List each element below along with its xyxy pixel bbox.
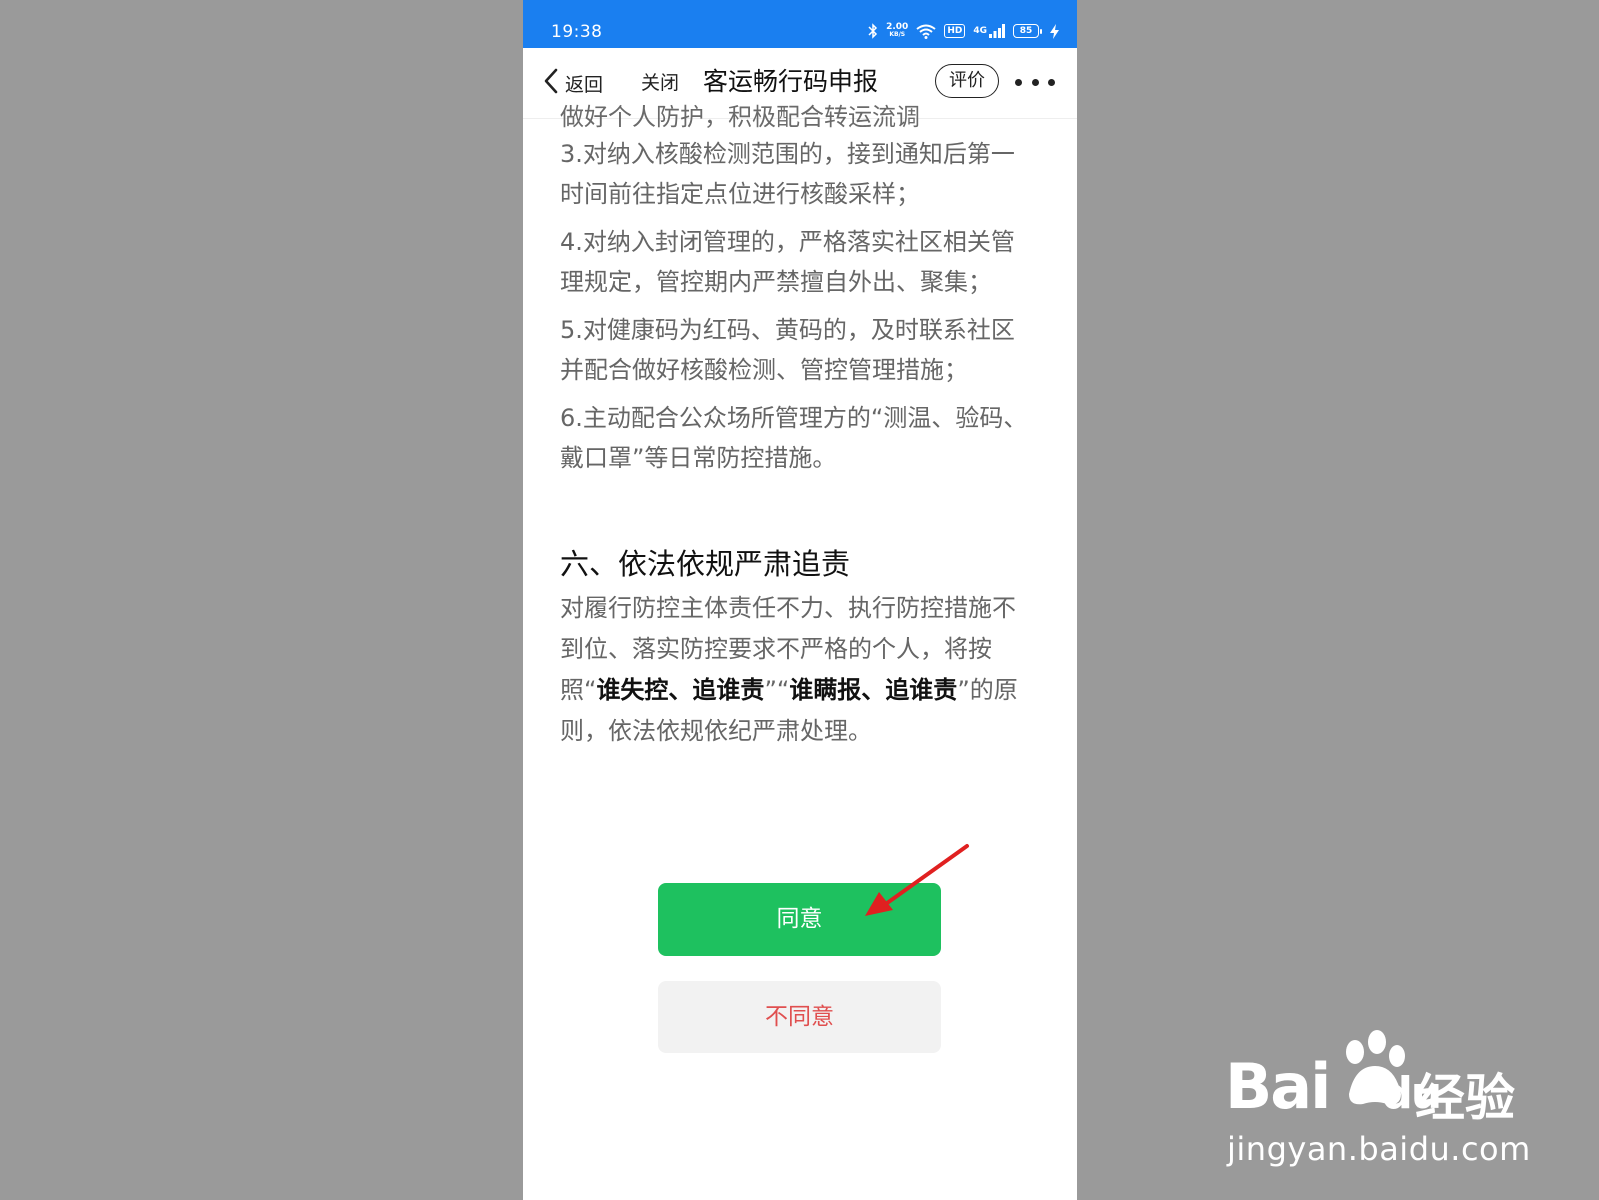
signal-icon: 4G (973, 22, 1005, 40)
watermark-url: jingyan.baidu.com (1227, 1130, 1531, 1168)
watermark-cn: 经验 (1415, 1069, 1515, 1127)
list-item: 4.对纳入封闭管理的，严格落实社区相关管理规定，管控期内严禁擅自外出、聚集； (560, 228, 1015, 296)
net-speed: 2.00 KB/S (886, 22, 909, 39)
chevron-left-icon (543, 67, 559, 99)
list-item: 5.对健康码为红码、黄码的，及时联系社区并配合做好核酸检测、管控管理措施； (560, 316, 1015, 384)
wifi-icon (916, 24, 936, 39)
section-body: 对履行防控主体责任不力、执行防控措施不到位、落实防控要求不严格的个人，将按照“谁… (560, 594, 1018, 745)
bluetooth-icon (868, 23, 878, 39)
annotation-arrow-icon (865, 844, 969, 916)
list-item: 6.主动配合公众场所管理方的“测温、验码、戴口罩”等日常防控措施。 (560, 404, 1028, 472)
disagree-button[interactable]: 不同意 (658, 981, 941, 1053)
charging-icon (1050, 23, 1059, 39)
back-label: 返回 (565, 73, 604, 96)
battery-icon: 85 (1013, 24, 1042, 38)
watermark-brand: Bai du (1225, 1050, 1442, 1123)
bold-phrase: 谁失控、追谁责 (596, 676, 765, 704)
rate-button[interactable]: 评价 (935, 64, 999, 98)
more-dot-icon (1015, 78, 1022, 86)
baidu-watermark: Bai du 经验 jingyan.baidu.com (1225, 1030, 1530, 1170)
close-button[interactable]: 关闭 (641, 66, 679, 100)
phone-screen: 19:38 2.00 KB/S HD 4G 85 返回 关闭 客运畅行码申报 评… (523, 0, 1077, 1200)
status-bar: 19:38 2.00 KB/S HD 4G 85 (523, 0, 1077, 48)
back-button[interactable]: 返回 (543, 66, 603, 100)
list-item: 3.对纳入核酸检测范围的，接到通知后第一时间前往指定点位进行核酸采样； (560, 140, 1015, 208)
status-time: 19:38 (551, 22, 603, 42)
bold-phrase: 谁瞒报、追谁责 (789, 676, 958, 704)
more-button[interactable] (1015, 70, 1055, 94)
page-title: 客运畅行码申报 (703, 67, 879, 96)
items-list: 3.对纳入核酸检测范围的，接到通知后第一时间前往指定点位进行核酸采样； 4.对纳… (560, 134, 1030, 486)
status-icons: 2.00 KB/S HD 4G 85 (868, 22, 1059, 40)
clipped-text-line: 做好个人防护，积极配合转运流调 (560, 104, 920, 130)
hd-badge: HD (944, 24, 966, 38)
section-title: 六、依法依规严肃追责 (560, 547, 851, 581)
